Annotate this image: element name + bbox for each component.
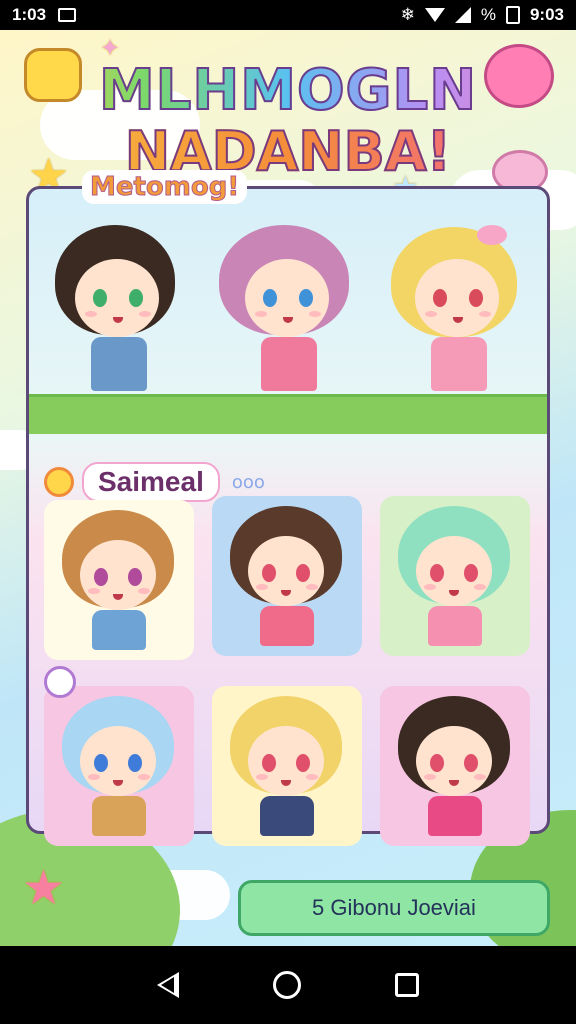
character-eye bbox=[464, 754, 478, 772]
character-outfit bbox=[431, 337, 487, 391]
blush bbox=[85, 311, 97, 317]
blush bbox=[138, 588, 150, 594]
chibi-portrait bbox=[390, 692, 520, 842]
character-card[interactable] bbox=[44, 686, 194, 846]
character-outfit bbox=[91, 337, 147, 391]
character-blonde-hair[interactable] bbox=[385, 219, 535, 404]
character-card[interactable] bbox=[44, 500, 194, 660]
character-eye bbox=[129, 289, 143, 307]
heart-badge-icon bbox=[44, 666, 76, 698]
blush bbox=[474, 584, 486, 590]
character-eye bbox=[94, 568, 108, 586]
signal-icon bbox=[454, 7, 471, 23]
character-eye bbox=[128, 754, 142, 772]
wifi-icon bbox=[424, 8, 445, 22]
section-title: Saimeal bbox=[82, 462, 220, 502]
blush bbox=[256, 774, 268, 780]
character-eye bbox=[296, 564, 310, 582]
start-button[interactable]: 5 Gibonu Joeviai bbox=[238, 880, 550, 936]
character-outfit bbox=[260, 606, 314, 646]
chibi-portrait bbox=[390, 502, 520, 652]
character-outfit bbox=[260, 796, 314, 836]
chibi-portrait bbox=[54, 506, 184, 656]
alarm-icon: ❄ bbox=[400, 5, 415, 24]
bow-icon bbox=[477, 225, 507, 245]
home-icon[interactable] bbox=[273, 971, 301, 999]
section-dots: ooo bbox=[231, 471, 265, 493]
blush bbox=[88, 774, 100, 780]
blush bbox=[306, 584, 318, 590]
blush bbox=[424, 774, 436, 780]
character-outfit bbox=[428, 796, 482, 836]
blush bbox=[139, 311, 151, 317]
character-face bbox=[75, 259, 159, 337]
status-time-left: 1:03 bbox=[12, 5, 47, 24]
blush bbox=[306, 774, 318, 780]
blush bbox=[425, 311, 437, 317]
blush bbox=[255, 311, 267, 317]
blush bbox=[309, 311, 321, 317]
blush bbox=[424, 584, 436, 590]
character-brown-hair[interactable] bbox=[47, 219, 197, 404]
navigation-bar bbox=[0, 946, 576, 1024]
character-eye bbox=[464, 564, 478, 582]
status-bar: 1:03 ❄ % 9:03 bbox=[0, 0, 576, 30]
blush bbox=[479, 311, 491, 317]
battery-percent: % bbox=[480, 5, 496, 24]
chibi-portrait bbox=[54, 692, 184, 842]
character-eye bbox=[262, 564, 276, 582]
title-line-1: MLHMOGLN bbox=[0, 59, 576, 123]
character-outfit bbox=[428, 606, 482, 646]
back-icon[interactable] bbox=[157, 972, 179, 998]
recent-apps-icon[interactable] bbox=[395, 973, 419, 997]
blush bbox=[138, 774, 150, 780]
character-eye bbox=[93, 289, 107, 307]
character-eye bbox=[469, 289, 483, 307]
character-card[interactable] bbox=[380, 496, 530, 656]
tulip-icon bbox=[44, 467, 74, 497]
blush bbox=[474, 774, 486, 780]
group-label: Metomog! bbox=[82, 170, 248, 204]
character-eye bbox=[430, 564, 444, 582]
game-title: MLHMOGLN NADANBA! bbox=[0, 59, 576, 183]
character-eye bbox=[262, 754, 276, 772]
star-icon: ★ bbox=[22, 860, 66, 916]
gallery-icon bbox=[58, 8, 77, 22]
character-card[interactable] bbox=[212, 496, 362, 656]
character-face bbox=[245, 259, 329, 337]
character-card[interactable] bbox=[380, 686, 530, 846]
battery-icon bbox=[505, 6, 520, 24]
character-outfit bbox=[92, 796, 146, 836]
character-pink-hair[interactable] bbox=[215, 219, 365, 404]
character-eye bbox=[433, 289, 447, 307]
character-outfit bbox=[92, 610, 146, 650]
character-eye bbox=[94, 754, 108, 772]
character-card[interactable] bbox=[212, 686, 362, 846]
status-time-right: 9:03 bbox=[529, 5, 564, 24]
chibi-portrait bbox=[222, 692, 352, 842]
character-eye bbox=[299, 289, 313, 307]
character-eye bbox=[296, 754, 310, 772]
character-eye bbox=[128, 568, 142, 586]
blush bbox=[88, 588, 100, 594]
character-face bbox=[415, 259, 499, 337]
character-eye bbox=[430, 754, 444, 772]
chibi-portrait bbox=[222, 502, 352, 652]
blush bbox=[256, 584, 268, 590]
character-eye bbox=[263, 289, 277, 307]
character-outfit bbox=[261, 337, 317, 391]
